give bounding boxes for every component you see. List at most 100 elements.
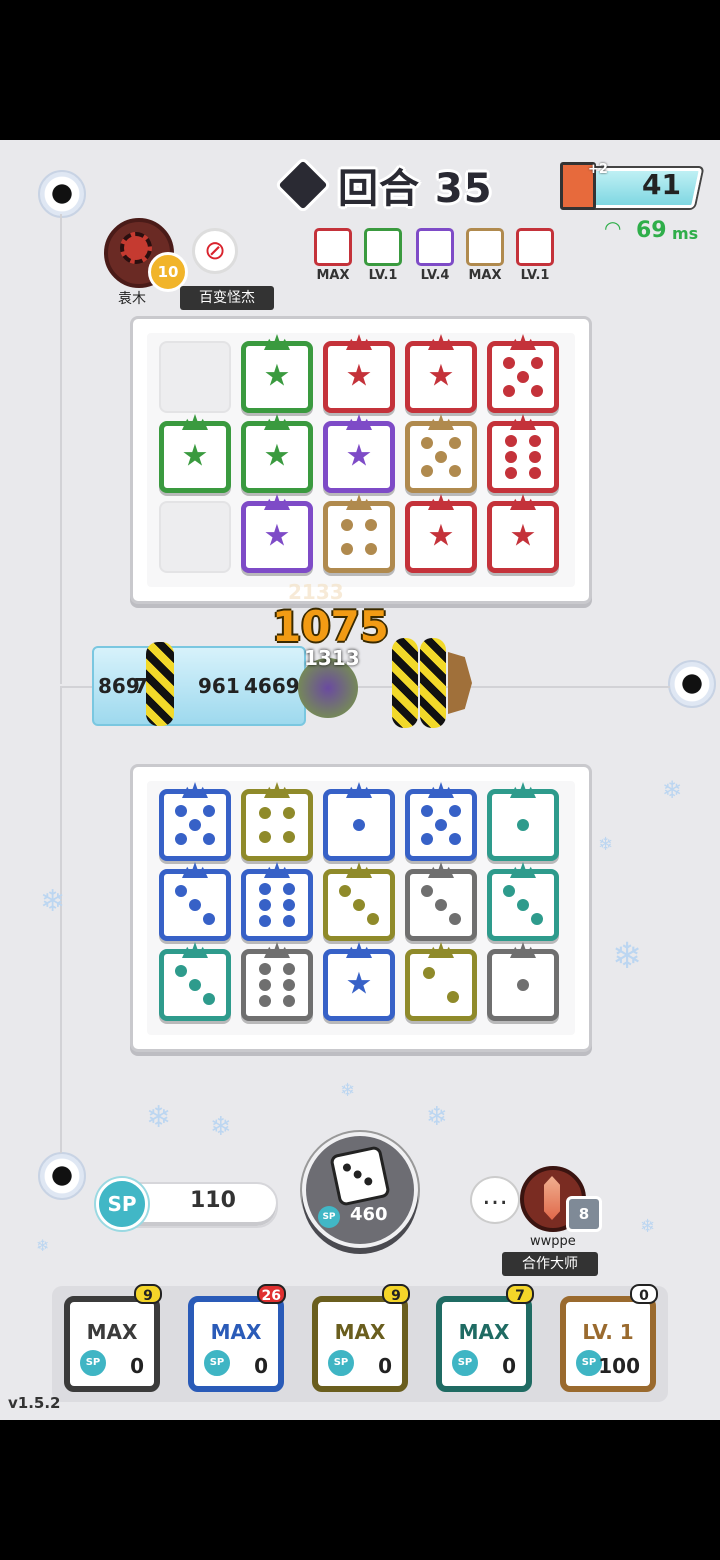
sp-icon: SP	[326, 1348, 356, 1378]
die-pip	[365, 543, 378, 556]
opponent-die[interactable]: ★	[323, 414, 395, 493]
opponent-die[interactable]	[323, 494, 395, 573]
hand-card-count-badge: 0	[630, 1284, 658, 1304]
enemy-hp: 4669	[244, 674, 300, 698]
summon-cost: 460	[350, 1204, 388, 1225]
hand-card[interactable]: MAX SP 0 9	[56, 1284, 168, 1398]
player-board: ★	[130, 764, 592, 1052]
empty-slot[interactable]	[159, 501, 231, 573]
die-pip	[258, 915, 271, 928]
die-pip	[366, 912, 379, 925]
die-pip	[339, 885, 352, 898]
die-pip	[258, 882, 271, 895]
cards-bonus: +2	[588, 162, 608, 177]
die-pip	[435, 899, 447, 911]
enemy-hp: 961	[198, 674, 240, 698]
player-die[interactable]	[159, 942, 231, 1021]
die-pip	[448, 437, 461, 450]
player-die[interactable]	[487, 942, 559, 1021]
hand-card[interactable]: MAX SP 0 9	[304, 1284, 416, 1398]
snowflake: ❄	[426, 1102, 448, 1132]
player-die[interactable]	[405, 942, 477, 1021]
player-die[interactable]	[241, 862, 313, 941]
die-pip	[447, 991, 460, 1004]
opponent-deck-level: LV.1	[520, 268, 550, 283]
snowflake: ❄	[640, 1216, 656, 1237]
die-pip	[448, 912, 461, 925]
player-die[interactable]	[241, 942, 313, 1021]
opponent-die[interactable]	[405, 414, 477, 493]
opponent-die[interactable]: ★	[241, 414, 313, 493]
die-pip	[529, 451, 542, 463]
die-pip	[283, 962, 296, 975]
dice-icon	[329, 1145, 391, 1207]
hand-card[interactable]: MAX SP 0 26	[180, 1284, 292, 1398]
player-die[interactable]	[405, 782, 477, 861]
hand-card-level: LV. 1	[582, 1320, 634, 1344]
hand-card-count-badge: 9	[134, 1284, 162, 1304]
player-die[interactable]	[323, 782, 395, 861]
die-pip	[517, 819, 529, 831]
die-pip	[189, 819, 201, 831]
player-die[interactable]: ★	[323, 942, 395, 1021]
die-pip	[503, 357, 516, 370]
die-pip	[283, 915, 296, 928]
hand-card-frame: MAX SP 0	[64, 1296, 160, 1392]
star-icon: ★	[345, 358, 373, 394]
boss-barrier	[146, 642, 174, 726]
die-pip	[503, 885, 516, 898]
snowflake: ❄	[340, 1080, 356, 1101]
hand-card-cost: 0	[502, 1354, 516, 1378]
summon-button[interactable]: SP 460	[302, 1132, 418, 1248]
opponent-die[interactable]	[487, 334, 559, 413]
player-die[interactable]	[159, 782, 231, 861]
opponent-die[interactable]: ★	[487, 494, 559, 573]
die-pip	[421, 437, 434, 450]
hand-card-cost: 100	[598, 1354, 640, 1378]
hand-card-frame: LV. 1 SP 100	[560, 1296, 656, 1392]
opponent-die[interactable]: ★	[405, 334, 477, 413]
opponent-die[interactable]: ★	[405, 494, 477, 573]
die-pip	[283, 899, 296, 911]
snowflake: ❄	[146, 1100, 172, 1135]
die-pip	[435, 451, 447, 463]
hand-card-count-badge: 26	[256, 1284, 286, 1304]
die-pip	[435, 819, 447, 831]
card-counter[interactable]: +2 41	[560, 162, 703, 210]
player-die[interactable]	[159, 862, 231, 941]
block-icon[interactable]: ⊘	[192, 228, 238, 274]
opponent-die[interactable]: ★	[323, 334, 395, 413]
chat-button[interactable]: …	[470, 1176, 520, 1224]
player-die[interactable]	[405, 862, 477, 941]
die-pip	[530, 912, 543, 925]
die-pip	[421, 885, 434, 898]
damage-number-big: 1075	[272, 602, 389, 651]
die-pip	[529, 434, 542, 447]
teammate-rank-badge: 8	[566, 1196, 602, 1232]
opponent-deck-level: LV.4	[420, 268, 450, 283]
empty-slot[interactable]	[159, 341, 231, 413]
sp-icon: SP	[202, 1348, 232, 1378]
opponent-die[interactable]	[487, 414, 559, 493]
die-pip	[258, 962, 271, 975]
opponent-deck-die	[314, 228, 352, 266]
wifi-icon: ◠	[604, 216, 622, 240]
hand-card[interactable]: LV. 1 SP 100 0	[552, 1284, 664, 1398]
die-pip	[353, 819, 365, 831]
hand-card-cost: 0	[378, 1354, 392, 1378]
ping-unit: ms	[672, 224, 699, 243]
hand-card[interactable]: MAX SP 0 7	[428, 1284, 540, 1398]
die-pip	[202, 805, 215, 818]
die-pip	[529, 467, 542, 480]
player-die[interactable]	[487, 782, 559, 861]
player-die[interactable]	[487, 862, 559, 941]
die-pip	[283, 979, 296, 991]
enemy-path	[60, 214, 62, 684]
star-icon: ★	[509, 518, 537, 554]
opponent-die[interactable]: ★	[241, 494, 313, 573]
player-die[interactable]	[323, 862, 395, 941]
opponent-die[interactable]: ★	[241, 334, 313, 413]
die-pip	[503, 384, 516, 397]
player-die[interactable]	[241, 782, 313, 861]
opponent-die[interactable]: ★	[159, 414, 231, 493]
